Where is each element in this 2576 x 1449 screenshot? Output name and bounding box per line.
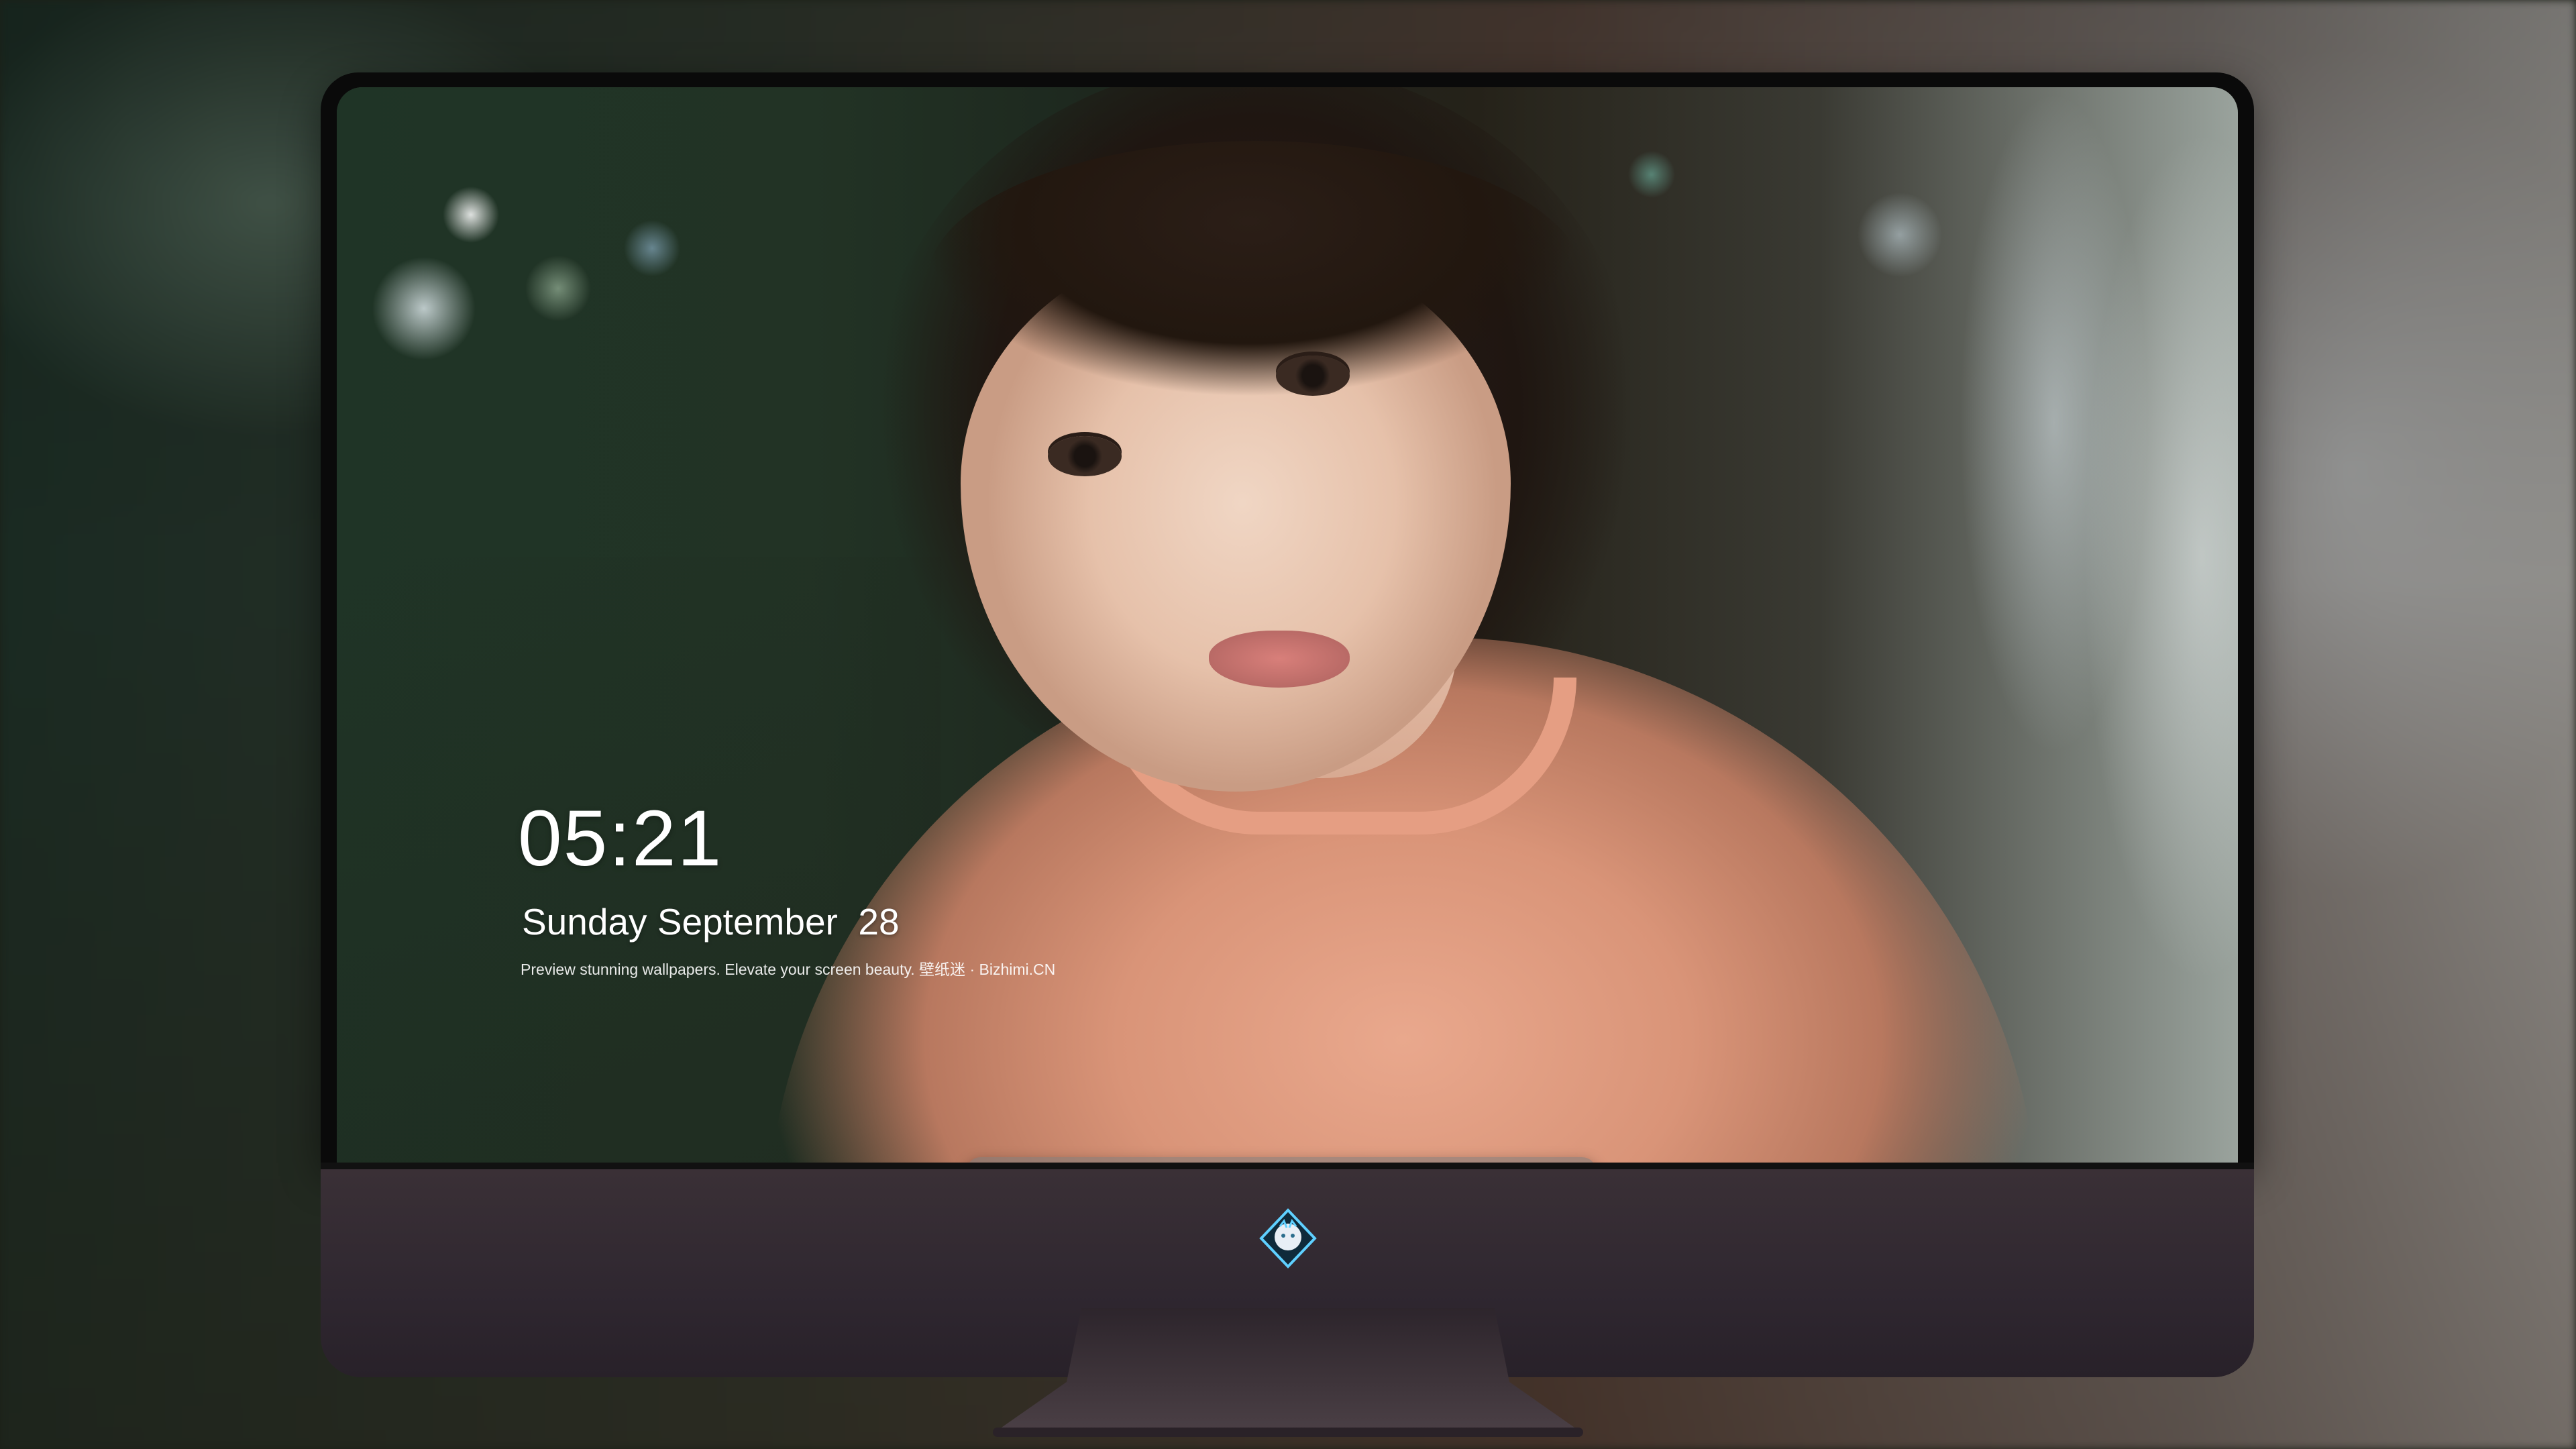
- monitor-stand: [993, 1308, 1583, 1437]
